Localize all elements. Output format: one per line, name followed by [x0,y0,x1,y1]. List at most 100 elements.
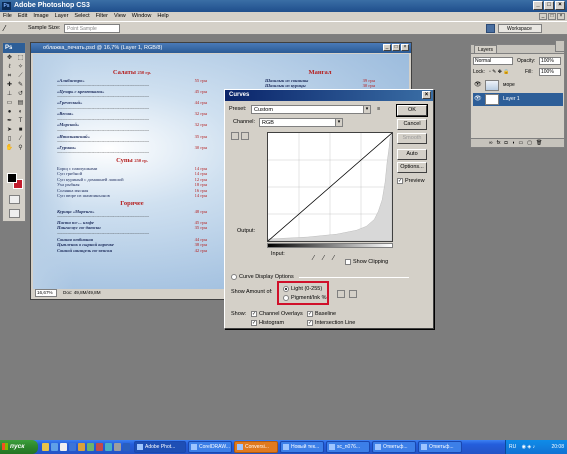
foreground-color-swatch[interactable] [7,173,17,183]
quicklaunch-icon[interactable] [87,443,94,451]
slice-icon[interactable]: ⟋ [15,72,26,81]
maximize-button[interactable]: □ [544,1,554,10]
blend-mode-select[interactable]: Normal [473,57,513,65]
menu-file[interactable]: File [3,12,12,21]
quicklaunch-icon[interactable] [78,443,85,451]
tab-layers[interactable]: Layers [474,45,498,53]
doc-minimize-button[interactable]: _ [539,13,547,20]
doc-win-minimize[interactable]: _ [383,44,391,51]
shape-icon[interactable]: ■ [15,126,26,135]
task-photoshop[interactable]: Adobe Phot... [134,441,186,453]
task-image[interactable]: sc_n076... [326,441,370,453]
menu-view[interactable]: View [114,12,126,21]
menu-edit[interactable]: Edit [18,12,27,21]
history-brush-icon[interactable]: ↺ [15,90,26,99]
smooth-button[interactable]: Smooth [397,133,427,144]
doc-info[interactable]: Doc: 49,8M/49,8M [63,289,101,297]
trash-icon[interactable]: 🗑 [536,139,542,147]
layer-row[interactable]: 👁 море [473,79,563,92]
marquee-icon[interactable]: ⬚ [15,54,26,63]
clock[interactable]: 20:08 [551,440,564,454]
light-radio[interactable] [283,286,289,292]
notes-icon[interactable]: ▯ [4,135,15,144]
options-button[interactable]: Options... [397,162,427,173]
path-select-icon[interactable]: ➤ [4,126,15,135]
ok-button[interactable]: OK [396,104,428,117]
lock-icons[interactable]: ▫ ✎ ✥ 🔒 [489,69,510,75]
black-point-eyedropper-icon[interactable]: ⁄ [313,255,314,262]
zoom-field[interactable]: 16,67% [35,289,57,297]
quicklaunch-icon[interactable] [51,443,58,451]
task-conversion[interactable]: Conversi... [234,441,278,453]
workspace-icon[interactable] [486,24,495,33]
menu-filter[interactable]: Filter [96,12,108,21]
stamp-icon[interactable]: ⊥ [4,90,15,99]
menu-window[interactable]: Window [132,12,152,21]
quicklaunch-icon[interactable] [42,443,49,451]
dodge-icon[interactable]: ◐ [15,108,26,117]
fx-icon[interactable]: fx [497,139,501,147]
preview-checkbox[interactable]: ✓ [397,178,403,184]
preset-options-icon[interactable]: ≡ [377,106,380,112]
sample-size-select[interactable]: Point Sample [64,24,120,33]
intersection-line-checkbox[interactable]: ✓ [307,320,313,326]
blur-icon[interactable]: ● [4,108,15,117]
simple-grid-icon[interactable] [337,290,345,298]
gradient-icon[interactable]: ▤ [15,99,26,108]
eye-icon[interactable]: 👁 [474,96,482,102]
minimize-button[interactable]: _ [533,1,543,10]
link-icon[interactable]: ∞ [489,139,493,147]
eye-icon[interactable]: 👁 [474,82,482,88]
curve-point-icon[interactable] [231,132,239,140]
layer-row[interactable]: 👁 Layer 1 [473,93,563,106]
doc-close-button[interactable]: × [557,13,565,20]
tray-icons[interactable]: ◉ ◈ ♪ [522,444,536,450]
menu-select[interactable]: Select [74,12,89,21]
channel-overlays-checkbox[interactable]: ✓ [251,311,257,317]
lasso-icon[interactable]: ℓ [4,63,15,72]
doc-restore-button[interactable]: □ [548,13,556,20]
menu-image[interactable]: Image [33,12,48,21]
zoom-icon[interactable]: ⚲ [15,144,26,153]
channel-select[interactable]: RGB ▾ [259,118,343,127]
adjustment-icon[interactable]: ◑ [512,139,515,147]
task-coreldraw[interactable]: CorelDRAW... [188,441,232,453]
menu-layer[interactable]: Layer [55,12,69,21]
magic-wand-icon[interactable]: ✧ [15,63,26,72]
close-button[interactable]: × [555,1,565,10]
new-layer-icon[interactable]: ▢ [527,139,532,147]
move-icon[interactable]: ✥ [4,54,15,63]
task-browser[interactable]: Ответьф... [418,441,462,453]
quicklaunch-icon[interactable] [60,443,67,451]
white-point-eyedropper-icon[interactable]: ⁄ [333,255,334,262]
eyedropper-tool-icon[interactable]: ⁄ [15,135,26,144]
task-browser[interactable]: Ответьф... [372,441,416,453]
start-button[interactable]: пуск [0,440,38,454]
workspace-button[interactable]: Workspace [498,24,542,33]
detailed-grid-icon[interactable] [349,290,357,298]
curve-display-toggle[interactable] [231,274,237,280]
quicklaunch-icon[interactable] [69,443,76,451]
brush-icon[interactable]: ✎ [15,81,26,90]
fill-field[interactable]: 100% [539,68,561,76]
pencil-draw-icon[interactable] [241,132,249,140]
histogram-checkbox[interactable]: ✓ [251,320,257,326]
collapsed-panel-dock[interactable] [555,40,565,52]
quicklaunch-icon[interactable] [105,443,112,451]
quicklaunch-icon[interactable] [114,443,121,451]
pen-icon[interactable]: ✒ [4,117,15,126]
crop-icon[interactable]: ⌗ [4,72,15,81]
auto-button[interactable]: Auto [397,149,427,160]
eyedropper-icon[interactable]: ⁄ [4,24,14,33]
cancel-button[interactable]: Cancel [397,119,427,130]
folder-icon[interactable]: ▭ [519,139,524,147]
show-clipping-checkbox[interactable] [345,259,351,265]
language-indicator[interactable]: RU [509,444,516,450]
opacity-field[interactable]: 100% [539,57,561,65]
curves-graph[interactable] [267,132,393,242]
doc-win-maximize[interactable]: □ [392,44,400,51]
quicklaunch-icon[interactable] [123,443,130,451]
menu-help[interactable]: Help [157,12,168,21]
preset-select[interactable]: Custom ▾ [251,105,371,114]
pigment-radio[interactable] [283,295,289,301]
